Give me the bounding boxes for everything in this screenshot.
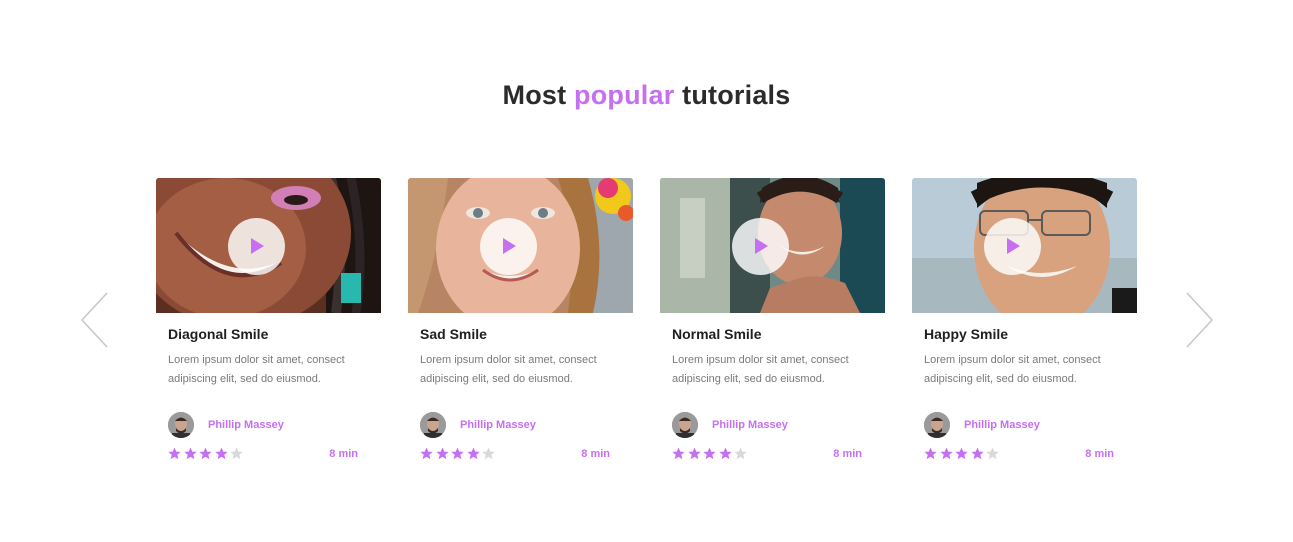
play-button[interactable] bbox=[480, 218, 537, 275]
card-meta: 8 min bbox=[672, 446, 873, 464]
star-empty-icon bbox=[482, 447, 495, 460]
avatar bbox=[168, 411, 194, 438]
play-icon bbox=[755, 238, 768, 254]
carousel-prev-button[interactable] bbox=[79, 290, 111, 350]
play-icon bbox=[503, 238, 516, 254]
star-filled-icon bbox=[955, 447, 968, 460]
tutorial-carousel: Diagonal Smile Lorem ipsum dolor sit ame… bbox=[156, 178, 1140, 478]
author-name-link[interactable]: Phillip Massey bbox=[964, 419, 1040, 431]
author-row: Phillip Massey bbox=[672, 411, 873, 438]
carousel-next-button[interactable] bbox=[1183, 290, 1215, 350]
author-name-link[interactable]: Phillip Massey bbox=[460, 419, 536, 431]
star-filled-icon bbox=[703, 447, 716, 460]
card-title[interactable]: Diagonal Smile bbox=[168, 326, 369, 343]
play-button[interactable] bbox=[732, 218, 789, 275]
title-text-after: tutorials bbox=[682, 80, 791, 110]
tutorial-card[interactable]: Diagonal Smile Lorem ipsum dolor sit ame… bbox=[156, 178, 381, 478]
avatar bbox=[672, 411, 698, 438]
star-filled-icon bbox=[718, 447, 732, 460]
duration-label: 8 min bbox=[581, 448, 610, 460]
play-icon bbox=[1007, 238, 1020, 254]
card-description: Lorem ipsum dolor sit amet, consect adip… bbox=[420, 354, 597, 385]
card-title[interactable]: Happy Smile bbox=[924, 326, 1125, 343]
section-title: Most popular tutorials bbox=[0, 80, 1293, 111]
rating-stars bbox=[420, 447, 498, 460]
card-title[interactable]: Normal Smile bbox=[672, 326, 873, 343]
card-description: Lorem ipsum dolor sit amet, consect adip… bbox=[168, 354, 345, 385]
chevron-right-icon bbox=[1186, 292, 1214, 348]
card-meta: 8 min bbox=[924, 446, 1125, 464]
author-name-link[interactable]: Phillip Massey bbox=[712, 419, 788, 431]
duration-label: 8 min bbox=[1085, 448, 1114, 460]
star-filled-icon bbox=[672, 447, 685, 460]
star-empty-icon bbox=[986, 447, 999, 460]
rating-stars bbox=[672, 447, 750, 460]
tutorial-thumbnail[interactable] bbox=[156, 178, 381, 313]
title-accent-text: popular bbox=[574, 80, 675, 110]
tutorial-card[interactable]: Sad Smile Lorem ipsum dolor sit amet, co… bbox=[408, 178, 633, 478]
tutorial-thumbnail[interactable] bbox=[408, 178, 633, 313]
play-button[interactable] bbox=[228, 218, 285, 275]
author-row: Phillip Massey bbox=[924, 411, 1125, 438]
star-filled-icon bbox=[183, 447, 197, 460]
star-filled-icon bbox=[970, 447, 984, 460]
play-button[interactable] bbox=[984, 218, 1041, 275]
duration-label: 8 min bbox=[833, 448, 862, 460]
card-description: Lorem ipsum dolor sit amet, consect adip… bbox=[924, 354, 1101, 385]
star-filled-icon bbox=[199, 447, 212, 460]
tutorial-thumbnail[interactable] bbox=[912, 178, 1137, 313]
rating-stars bbox=[924, 447, 1002, 460]
star-filled-icon bbox=[687, 447, 701, 460]
author-row: Phillip Massey bbox=[420, 411, 621, 438]
author-name-link[interactable]: Phillip Massey bbox=[208, 419, 284, 431]
star-filled-icon bbox=[939, 447, 953, 460]
rating-stars bbox=[168, 447, 246, 460]
star-empty-icon bbox=[734, 447, 747, 460]
star-filled-icon bbox=[924, 447, 937, 460]
star-filled-icon bbox=[214, 447, 228, 460]
star-empty-icon bbox=[230, 447, 243, 460]
star-filled-icon bbox=[435, 447, 449, 460]
star-filled-icon bbox=[420, 447, 433, 460]
star-filled-icon bbox=[168, 447, 181, 460]
chevron-left-icon bbox=[80, 292, 108, 348]
star-filled-icon bbox=[451, 447, 464, 460]
card-meta: 8 min bbox=[420, 446, 621, 464]
card-description: Lorem ipsum dolor sit amet, consect adip… bbox=[672, 354, 849, 385]
title-text-before: Most bbox=[502, 80, 567, 110]
star-filled-icon bbox=[466, 447, 480, 460]
author-row: Phillip Massey bbox=[168, 411, 369, 438]
card-title[interactable]: Sad Smile bbox=[420, 326, 621, 343]
card-meta: 8 min bbox=[168, 446, 369, 464]
avatar bbox=[420, 411, 446, 438]
duration-label: 8 min bbox=[329, 448, 358, 460]
tutorial-card[interactable]: Normal Smile Lorem ipsum dolor sit amet,… bbox=[660, 178, 885, 478]
avatar bbox=[924, 411, 950, 438]
tutorial-thumbnail[interactable] bbox=[660, 178, 885, 313]
play-icon bbox=[251, 238, 264, 254]
tutorial-card[interactable]: Happy Smile Lorem ipsum dolor sit amet, … bbox=[912, 178, 1137, 478]
